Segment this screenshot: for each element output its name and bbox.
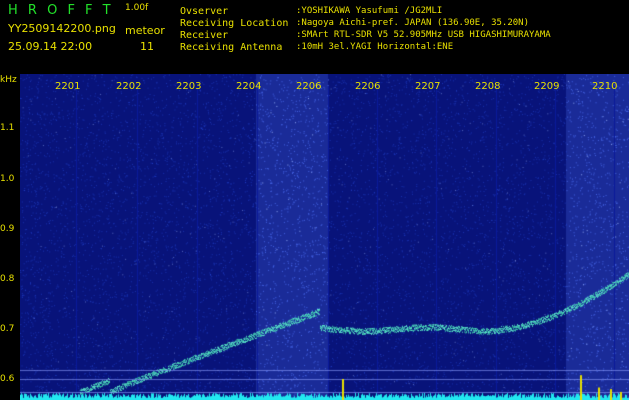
info-label-antenna: Receiving Antenna bbox=[180, 42, 283, 53]
minute-label-2209: 2209 bbox=[534, 81, 560, 92]
minute-label-2206b: 2206 bbox=[355, 81, 381, 92]
y-tick-1-0: 1.0 bbox=[0, 174, 15, 184]
y-tick-0-8: 0.8 bbox=[0, 274, 15, 284]
image-filename: YY2509142200.png bbox=[8, 22, 116, 35]
axis-unit-label: kHz bbox=[0, 75, 17, 85]
minute-label-2210: 2210 bbox=[592, 81, 618, 92]
info-value-observer: :YOSHIKAWA Yasufumi /JG2MLI bbox=[296, 6, 443, 16]
minute-label-2202: 2202 bbox=[116, 81, 142, 92]
info-label-receiver: Receiver bbox=[180, 30, 229, 41]
info-label-location: Receiving Location bbox=[180, 18, 289, 29]
minute-label-2203: 2203 bbox=[176, 81, 202, 92]
y-tick-0-7: 0.7 bbox=[0, 324, 15, 334]
y-tick-0-6: 0.6 bbox=[0, 374, 15, 384]
app-title: H R O F F T bbox=[8, 3, 114, 18]
spectrogram-canvas[interactable] bbox=[20, 74, 629, 400]
app-version: 1.00f bbox=[125, 3, 149, 13]
minute-label-2208: 2208 bbox=[475, 81, 501, 92]
y-tick-1-1: 1.1 bbox=[0, 123, 15, 133]
info-label-observer: Ovserver bbox=[180, 6, 229, 17]
minute-label-2207: 2207 bbox=[415, 81, 441, 92]
header-panel: H R O F F T 1.00f YY2509142200.png meteo… bbox=[0, 0, 629, 74]
y-tick-0-9: 0.9 bbox=[0, 224, 15, 234]
minute-label-2204: 2204 bbox=[236, 81, 262, 92]
mode-label: meteor bbox=[125, 24, 165, 37]
meteor-count: 11 bbox=[140, 40, 154, 53]
minute-label-2201: 2201 bbox=[55, 81, 81, 92]
info-value-location: :Nagoya Aichi-pref. JAPAN (136.90E, 35.2… bbox=[296, 18, 529, 28]
capture-datetime: 25.09.14 22:00 bbox=[8, 40, 93, 53]
frequency-axis: kHz 1.1 1.0 0.9 0.8 0.7 0.6 bbox=[0, 74, 20, 400]
info-value-receiver: :SMArt RTL-SDR V5 52.905MHz USB HIGASHIM… bbox=[296, 30, 551, 40]
info-value-antenna: :10mH 3el.YAGI Horizontal:ENE bbox=[296, 42, 454, 52]
minute-label-2206a: 2206 bbox=[296, 81, 322, 92]
